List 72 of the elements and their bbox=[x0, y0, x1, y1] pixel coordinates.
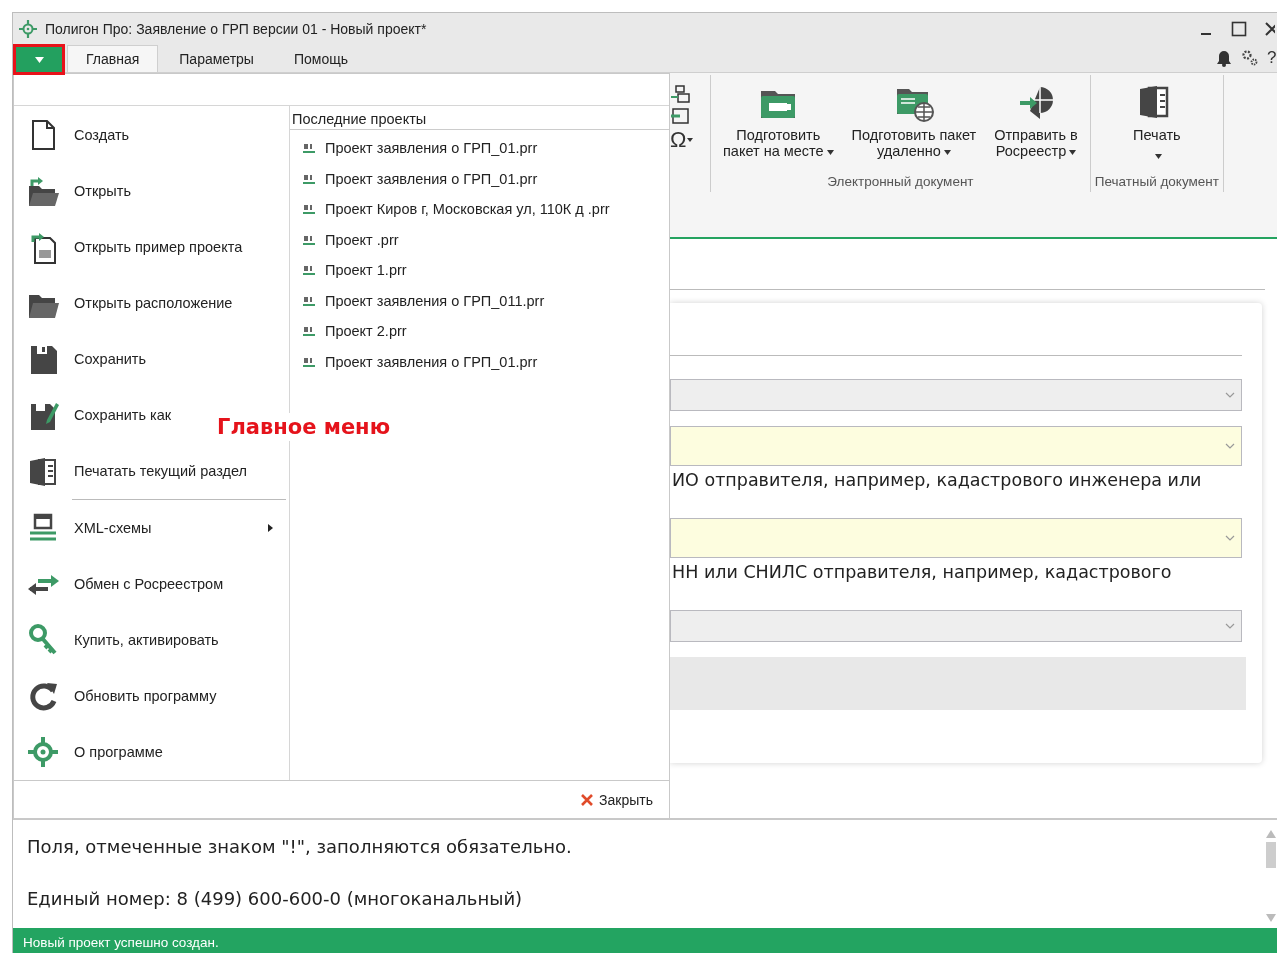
xml-file-icon bbox=[302, 203, 316, 216]
xml-file-icon bbox=[302, 294, 316, 307]
bell-icon[interactable] bbox=[1215, 49, 1233, 67]
dropdown-field[interactable] bbox=[670, 518, 1242, 558]
recent-project[interactable]: Проект заявления о ГРП_01.prr bbox=[290, 163, 538, 194]
dropdown-field[interactable] bbox=[670, 426, 1242, 466]
close-icon[interactable] bbox=[1265, 21, 1275, 36]
ribbon-button[interactable]: Печать bbox=[1119, 75, 1195, 174]
scrollbar-thumb[interactable] bbox=[1266, 842, 1276, 868]
close-button[interactable]: Закрыть bbox=[575, 791, 659, 809]
menu-item[interactable]: XML-схемы bbox=[14, 500, 289, 556]
recent-project[interactable]: Проект заявления о ГРП_01.prr bbox=[290, 346, 538, 377]
menu-item[interactable]: Сохранить как bbox=[14, 387, 176, 443]
menu-item[interactable]: Создать bbox=[14, 107, 134, 163]
caret-icon bbox=[686, 137, 695, 143]
xml-file-icon bbox=[302, 172, 316, 185]
chevron-icon bbox=[1225, 535, 1235, 541]
xml-file-icon bbox=[302, 355, 316, 368]
chevron-icon bbox=[1225, 623, 1235, 629]
scroll-down-arrow-icon[interactable] bbox=[1266, 914, 1276, 922]
open-folder-icon bbox=[26, 174, 60, 208]
message-text: Поля, отмеченные знаком "!", заполняются обязательно. bbox=[27, 836, 573, 857]
dropdown-arrow-icon bbox=[34, 56, 44, 63]
hint-text: ИО отправителя, например, кадастрового инженера или bbox=[671, 469, 1203, 492]
xml-file-icon bbox=[302, 264, 316, 277]
submenu-arrow-icon bbox=[268, 524, 273, 532]
ribbon-button[interactable]: Отправить в Росреестр bbox=[986, 75, 1086, 174]
group-label: Печатный документ bbox=[1094, 174, 1219, 191]
recent-project[interactable]: Проект Киров г, Московская ул, 110К д .prr bbox=[290, 194, 610, 225]
window-icon[interactable] bbox=[670, 107, 690, 125]
menu-item[interactable]: Обновить программу bbox=[14, 668, 221, 724]
recent-project[interactable]: Проект заявления о ГРП_01.prr bbox=[290, 133, 538, 164]
menu-button[interactable] bbox=[13, 44, 65, 75]
xml-file-icon bbox=[302, 142, 316, 155]
xml-file-icon bbox=[302, 325, 316, 338]
recent-project[interactable]: Проект .prr bbox=[290, 224, 399, 255]
ribbon-button[interactable]: Подготовить пакет удаленно bbox=[843, 75, 985, 174]
tab[interactable]: Главная bbox=[67, 45, 159, 72]
symbol-button[interactable]: Ω bbox=[670, 129, 687, 151]
menu-item[interactable]: Открыть пример проекта bbox=[14, 219, 247, 275]
hint-text: НН или СНИЛС отправителя, например, кадастрового bbox=[671, 561, 1173, 584]
chevron-icon bbox=[1225, 392, 1235, 398]
help-icon[interactable]: ? bbox=[1267, 48, 1277, 68]
ribbon-button[interactable]: Подготовить пакет на месте bbox=[715, 75, 842, 174]
menu-item[interactable]: Купить, активировать bbox=[14, 612, 223, 668]
message-text: Единый номер: 8 (499) 600-600-0 (многоканальный) bbox=[27, 888, 524, 909]
window-title: Полигон Про: Заявление о ГРП версии 01 - Новый проект* bbox=[45, 20, 427, 37]
close-icon bbox=[581, 794, 594, 806]
crosshair-icon bbox=[19, 19, 37, 38]
menu-item[interactable]: Обмен с Росреестром bbox=[14, 556, 228, 612]
menu-item[interactable]: Открыть bbox=[14, 163, 135, 219]
window-icon[interactable] bbox=[670, 85, 690, 103]
menu-item[interactable]: Открыть расположение bbox=[14, 275, 237, 331]
scroll-up-arrow-icon[interactable] bbox=[1266, 830, 1276, 838]
recent-project[interactable]: Проект заявления о ГРП_011.prr bbox=[290, 285, 545, 316]
dropdown-field[interactable] bbox=[670, 610, 1242, 642]
status-text: Новый проект успешно создан. bbox=[23, 935, 219, 950]
recent-project[interactable]: Проект 2.prr bbox=[290, 316, 407, 347]
menu-item[interactable]: О программе bbox=[14, 724, 167, 780]
group-label: Электронный документ bbox=[827, 174, 974, 191]
tab[interactable]: Параметры bbox=[160, 45, 273, 72]
dropdown-field[interactable] bbox=[670, 379, 1242, 411]
menu-item[interactable]: Сохранить bbox=[14, 331, 151, 387]
maximize-icon[interactable] bbox=[1231, 20, 1247, 37]
tab[interactable]: Помощь bbox=[274, 45, 367, 72]
menu-item[interactable]: Печатать текущий раздел bbox=[14, 443, 251, 499]
recent-project[interactable]: Проект 1.prr bbox=[290, 255, 407, 286]
xml-file-icon bbox=[302, 233, 316, 246]
section-heading: Последние проекты bbox=[290, 110, 669, 130]
chevron-icon bbox=[1225, 443, 1235, 449]
settings-icon[interactable] bbox=[1241, 49, 1259, 67]
crosshair-icon bbox=[26, 735, 60, 769]
